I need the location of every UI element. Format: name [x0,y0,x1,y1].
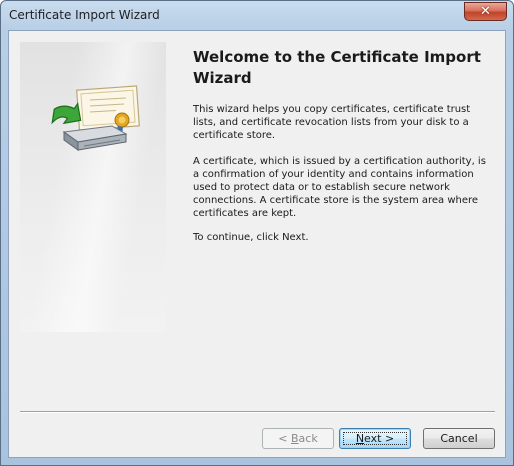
back-button-accelerator: B [291,432,299,445]
title-bar[interactable]: Certificate Import Wizard ✕ [1,1,513,30]
focus-rectangle [343,432,407,445]
separator [20,411,495,413]
back-button-prefix: < [278,432,291,445]
window-title: Certificate Import Wizard [9,8,160,22]
next-button[interactable]: Next > [339,428,411,449]
dialog-window: Certificate Import Wizard ✕ Welcome to t… [0,0,514,466]
wizard-content: Welcome to the Certificate Import Wizard… [8,30,506,458]
close-icon: ✕ [480,4,491,19]
back-button-suffix: ack [298,432,318,445]
close-button[interactable]: ✕ [464,2,507,21]
wizard-banner [20,42,166,332]
certificate-description-text: A certificate, which is issued by a cert… [193,156,486,219]
intro-text: This wizard helps you copy certificates,… [193,104,471,141]
continue-instruction-text: To continue, click Next. [193,232,309,243]
certificate-import-icon [51,85,140,151]
page-title: Welcome to the Certificate Import Wizard [193,48,481,87]
cancel-button[interactable]: Cancel [423,428,495,449]
back-button[interactable]: < Back [262,428,334,449]
